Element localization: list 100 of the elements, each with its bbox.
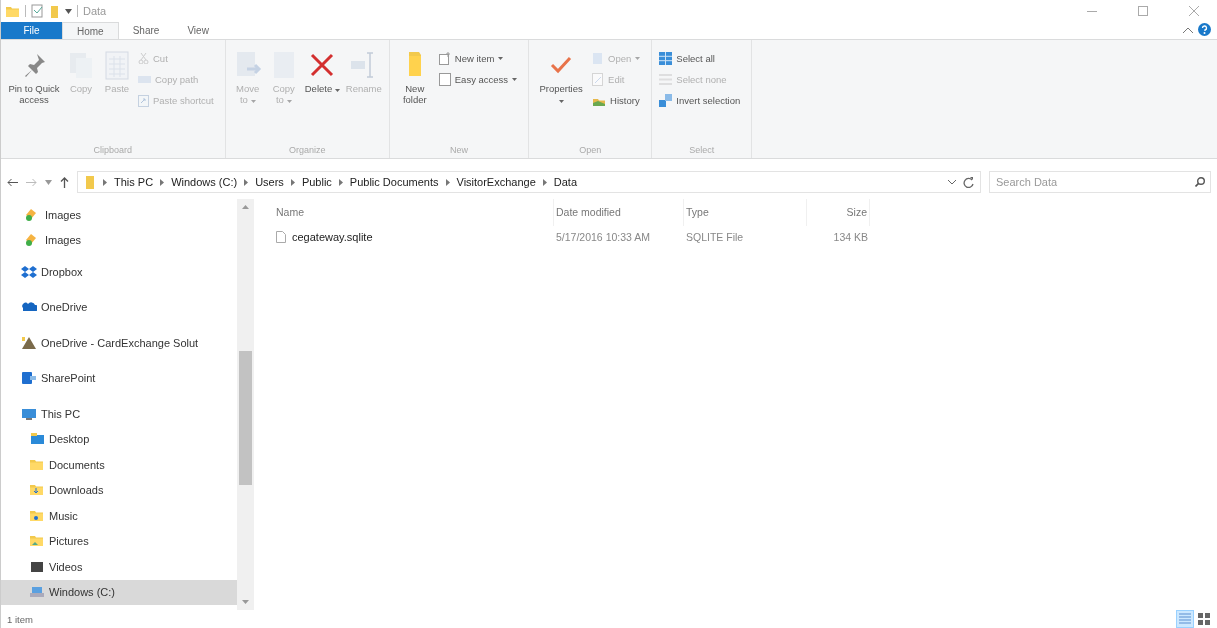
nav-item[interactable]: This PC [1, 401, 237, 427]
column-header[interactable]: Type [684, 199, 807, 226]
group-label: Select [689, 145, 715, 155]
caret-icon [635, 57, 641, 60]
ribbon-tab[interactable]: Home [62, 22, 119, 39]
breadcrumb[interactable]: Public [301, 176, 332, 188]
caret-icon [498, 57, 504, 60]
forward-icon [26, 177, 37, 187]
ribbon-button[interactable]: Delete [302, 44, 342, 96]
up-arrow-icon [60, 176, 69, 188]
caret-icon [45, 179, 52, 185]
breadcrumb[interactable]: Data [553, 176, 578, 188]
nav-item[interactable]: Downloads [1, 477, 237, 503]
group-label: New [449, 145, 468, 155]
ribbon-tab[interactable]: View [173, 22, 223, 39]
nav-item[interactable]: Images [1, 202, 237, 228]
ribbon-button[interactable]: Properties [534, 44, 589, 107]
chevron-icon [338, 178, 343, 186]
chevron-icon [445, 178, 450, 186]
close-icon [1189, 6, 1199, 16]
caret-icon [250, 100, 256, 103]
invert-selection-icon [659, 94, 673, 107]
scissors-icon [138, 53, 149, 64]
scroll-up-icon [242, 205, 249, 209]
table-cell-text: 5/17/2016 10:33 AM [555, 231, 651, 243]
column-header[interactable]: Date modified [554, 199, 684, 226]
large-icons-view-icon [1197, 612, 1211, 626]
nav-item[interactable]: Documents [1, 452, 237, 478]
breadcrumb[interactable]: Windows (C:) [171, 176, 238, 188]
breadcrumb[interactable]: Public Documents [349, 176, 439, 188]
group-label: Organize [289, 145, 326, 155]
nav-item[interactable]: Windows (C:) [1, 579, 237, 605]
table-cell-text: 134 KB [832, 231, 869, 243]
nav-item[interactable]: OneDrive - CardExchange Solut [1, 330, 237, 356]
easy-access-icon [438, 73, 451, 86]
nav-item[interactable]: Dropbox [1, 259, 237, 285]
chevron-icon [160, 178, 165, 186]
nav-item[interactable]: OneDrive [1, 294, 237, 320]
caret-icon [512, 78, 518, 81]
window-title: Data [83, 5, 107, 17]
table-cell-text: SQLITE File [685, 231, 745, 243]
help-icon [1198, 23, 1211, 36]
edit-icon [592, 73, 605, 86]
path-icon [138, 75, 151, 84]
caret-icon [558, 100, 564, 103]
refresh-icon [963, 176, 974, 188]
file-icon [276, 231, 286, 243]
sharepoint-icon [21, 370, 37, 387]
folder-icon [84, 174, 96, 190]
open-icon [592, 52, 605, 65]
dropbox-icon [21, 263, 37, 280]
ribbon-tab[interactable]: Share [118, 22, 174, 39]
nav-item[interactable]: Videos [1, 554, 237, 580]
column-header[interactable]: Size [807, 199, 870, 226]
nav-item[interactable]: Images [1, 227, 237, 253]
collapse-ribbon-icon [1183, 26, 1193, 33]
chevron-icon [542, 178, 547, 186]
back-icon [7, 177, 18, 187]
column-header[interactable]: Name [274, 199, 554, 226]
maximize-icon [1138, 6, 1148, 16]
details-view-icon [1178, 612, 1192, 626]
caret-icon [65, 8, 72, 14]
breadcrumb[interactable]: This PC [114, 176, 154, 188]
ribbon-button[interactable]: History [590, 90, 643, 111]
minimize-icon [1087, 10, 1097, 12]
group-label: Open [579, 145, 602, 155]
scroll-down-icon [242, 600, 249, 604]
caret-icon [334, 89, 340, 92]
ribbon-button[interactable]: Easy access [436, 69, 520, 90]
breadcrumb[interactable]: Users [255, 176, 284, 188]
select-all-icon [659, 52, 673, 65]
group-label: Clipboard [93, 145, 133, 155]
ribbon-button[interactable]: Select all [657, 48, 743, 69]
chevron-icon [244, 178, 249, 186]
nav-item[interactable]: Pictures [1, 528, 237, 554]
nav-item[interactable]: Music [1, 503, 237, 529]
ribbon-button[interactable]: New item [436, 48, 520, 69]
chevron-icon [103, 178, 107, 186]
caret-icon [286, 100, 292, 103]
file-row[interactable]: cegateway.sqlite 5/17/2016 10:33 AM SQLITE File 134 KB [274, 226, 1217, 248]
new-item-icon [438, 52, 451, 65]
search-icon [1195, 177, 1205, 187]
shortcut-icon [138, 94, 149, 107]
chevron-icon [290, 178, 295, 186]
status-text: 1 item [7, 613, 33, 625]
search-field[interactable]: Search Data [989, 171, 1211, 193]
ribbon-tab[interactable]: File [1, 22, 62, 39]
ribbon-button[interactable]: Pin to Quick access [6, 44, 62, 107]
paste-icon [102, 50, 132, 80]
ribbon-button[interactable]: New folder [394, 44, 435, 107]
table-cell: cegateway.sqlite [274, 231, 554, 243]
breadcrumb[interactable]: VisitorExchange [456, 176, 536, 188]
dropdown-icon [948, 179, 956, 185]
scrollbar[interactable] [237, 199, 254, 610]
properties-icon [31, 4, 44, 18]
view-button[interactable] [1195, 610, 1213, 628]
ribbon-button[interactable]: Invert selection [657, 90, 743, 111]
select-none-icon [659, 73, 673, 86]
nav-item[interactable]: Desktop [1, 426, 237, 452]
nav-item[interactable]: SharePoint [1, 365, 237, 391]
